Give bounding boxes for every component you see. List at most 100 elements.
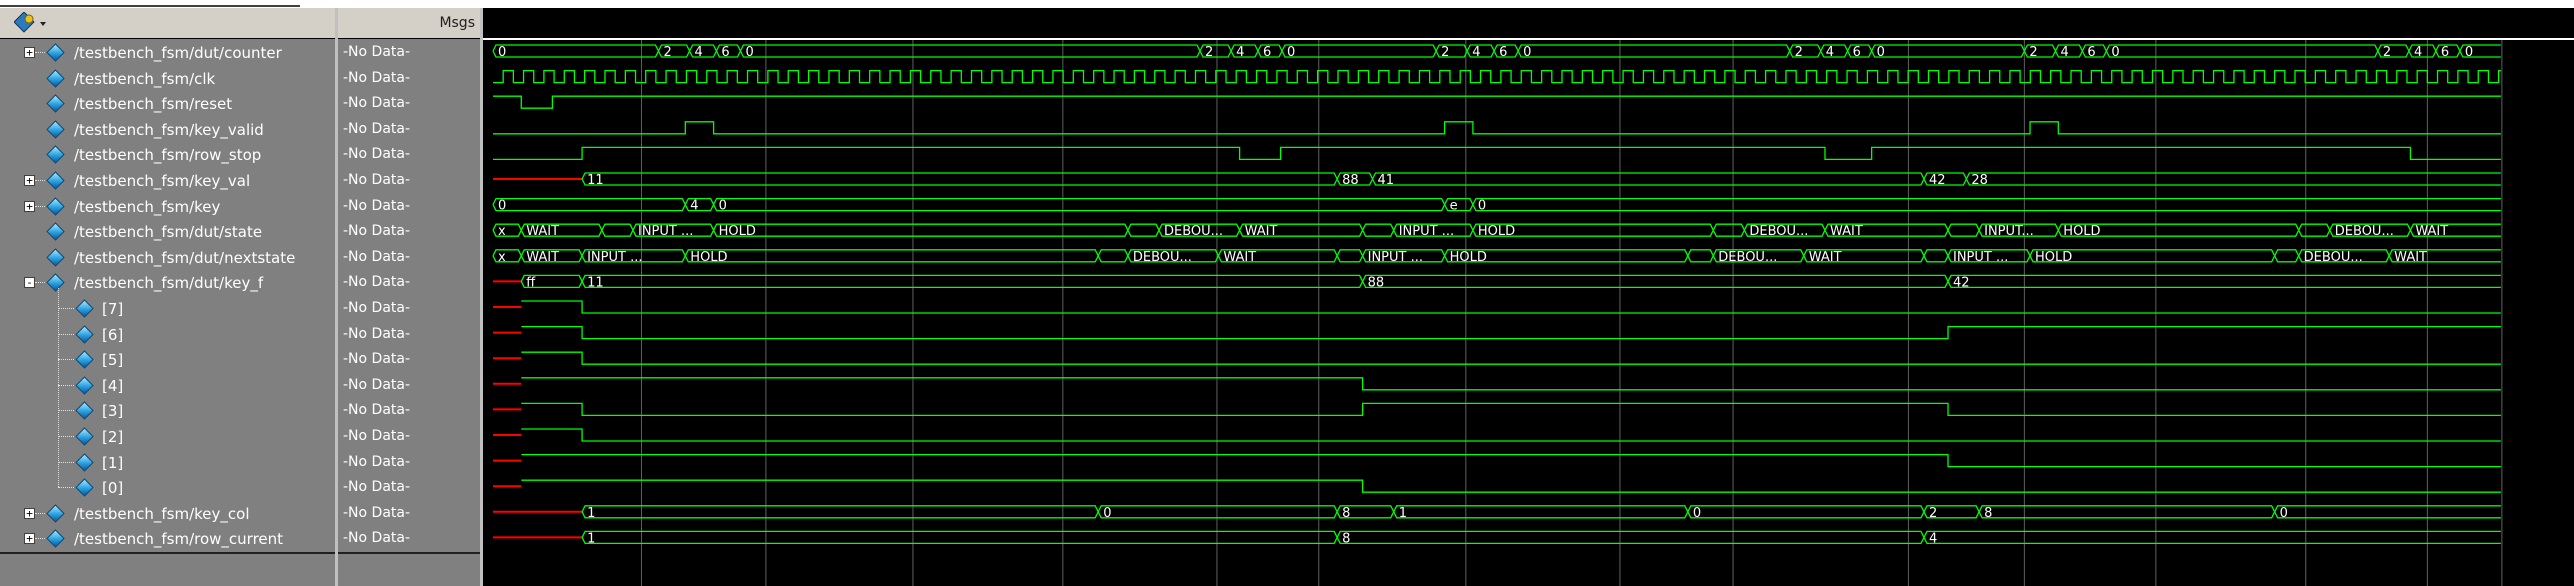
- bus-value-label: WAIT: [1245, 224, 1278, 239]
- waveform-pane[interactable]: 0 2 4 6 0 2 4 6 0 2 4 6 0 2 4 6 0 2 4 6 0 2 4 6 0 11 88 41 42 28 0 4 0 e 0…: [480, 8, 2574, 586]
- bus-value-label: 2: [1929, 506, 1937, 521]
- expand-icon[interactable]: +: [24, 507, 35, 519]
- signal-value: -No Data-: [343, 376, 411, 393]
- bus-value-label: 88: [1342, 173, 1359, 188]
- bus-segment: [1127, 223, 1160, 237]
- expand-icon[interactable]: +: [24, 175, 35, 186]
- signal-row[interactable]: + /testbench_fsm/key_val: [0, 168, 335, 193]
- bus-segment: [1947, 223, 1980, 237]
- value-row: -No Data-: [338, 168, 483, 193]
- bus-value-label: 2: [2383, 45, 2391, 60]
- signal-name: [4]: [102, 376, 124, 395]
- bus-value-label: DEBOU...: [1133, 250, 1192, 265]
- waveform-window: + /testbench_fsm/dut/counter/testbench_fs…: [0, 0, 2574, 586]
- bus-value-label: 4: [695, 45, 703, 60]
- bus-value-label: 4: [2414, 45, 2422, 60]
- signal-row[interactable]: [7]: [0, 296, 335, 321]
- signal-name: /testbench_fsm/row_stop: [74, 146, 262, 165]
- bus-value-label: 8: [1984, 506, 1992, 521]
- tree-connector: [35, 538, 45, 540]
- bus-value-label: 11: [587, 173, 604, 188]
- tree-connector: [58, 487, 74, 489]
- value-row: -No Data-: [338, 398, 483, 423]
- expand-icon[interactable]: +: [24, 533, 35, 545]
- signal-row[interactable]: [3]: [0, 398, 335, 423]
- signal-row[interactable]: [5]: [0, 347, 335, 372]
- bus-segment: [1097, 249, 1129, 263]
- value-row: -No Data-: [338, 347, 483, 372]
- bus-segment: [713, 197, 1446, 212]
- signal-row[interactable]: /testbench_fsm/dut/state: [0, 219, 335, 244]
- signal-diamond-icon: [75, 350, 94, 369]
- signal-value: -No Data-: [343, 95, 411, 112]
- bus-value-label: WAIT: [1830, 224, 1863, 239]
- bus-value-label: 6: [1263, 45, 1271, 60]
- bus-segment: [1336, 530, 1925, 545]
- signal-row[interactable]: - /testbench_fsm/dut/key_f: [0, 270, 335, 295]
- tree-connector: [58, 436, 74, 437]
- bus-value-label: 4: [690, 199, 698, 214]
- clock-waveform: [493, 69, 2501, 84]
- signal-row[interactable]: /testbench_fsm/dut/nextstate: [0, 245, 335, 270]
- signal-name: [2]: [102, 428, 124, 446]
- bus-segment: [1947, 274, 2501, 289]
- signal-row[interactable]: /testbench_fsm/key_valid: [0, 117, 335, 142]
- bus-segment: [1371, 172, 1925, 186]
- signal-diamond-icon: [75, 401, 94, 421]
- bus-value-label: 0: [1877, 45, 1885, 60]
- bus-segment: [581, 274, 1364, 289]
- signal-row[interactable]: [2]: [0, 424, 335, 449]
- tab-underline: [0, 5, 300, 7]
- bus-value-label: DEBOU...: [1749, 224, 1808, 239]
- signal-name: /testbench_fsm/dut/nextstate: [74, 248, 296, 267]
- bus-value-label: 4: [1236, 45, 1244, 60]
- bus-segment: [2274, 249, 2300, 263]
- bus-value-label: 4: [2060, 45, 2068, 60]
- value-row: -No Data-: [338, 194, 483, 219]
- signal-row[interactable]: /testbench_fsm/clk: [0, 66, 335, 91]
- signal-value: -No Data-: [343, 300, 411, 316]
- expand-icon[interactable]: +: [24, 200, 35, 212]
- waveform-canvas[interactable]: 0 2 4 6 0 2 4 6 0 2 4 6 0 2 4 6 0 2 4 6 0 2 4 6 011 88 41 42 280 4 0 e 0…: [483, 40, 2574, 586]
- signal-row[interactable]: [0]: [0, 475, 335, 500]
- signal-row[interactable]: /testbench_fsm/reset: [0, 91, 335, 116]
- signal-value: -No Data-: [343, 172, 411, 188]
- bus-value-label: 0: [498, 199, 506, 214]
- tree-connector: [58, 410, 74, 412]
- signal-value: -No Data-: [343, 453, 411, 470]
- signal-row[interactable]: [4]: [0, 373, 335, 398]
- signal-row[interactable]: + /testbench_fsm/row_current: [0, 526, 335, 551]
- signal-row[interactable]: + /testbench_fsm/dut/counter: [0, 40, 335, 65]
- signal-row[interactable]: [6]: [0, 322, 335, 347]
- tree-connector: [35, 282, 45, 284]
- bus-segment: [1281, 44, 1437, 58]
- signal-names-header: [0, 8, 335, 39]
- bus-value-label: 6: [2441, 45, 2449, 60]
- signal-value: -No Data-: [343, 248, 411, 265]
- bus-value-label: 0: [1103, 506, 1111, 521]
- bus-segment: [1978, 505, 2276, 519]
- bus-segment: [581, 530, 1338, 545]
- signal-value: -No Data-: [343, 44, 411, 60]
- signal-diamond-icon: [75, 324, 94, 344]
- bit-waveform: [521, 377, 2501, 391]
- signal-row[interactable]: + /testbench_fsm/key_col: [0, 501, 335, 526]
- bus-value-label: HOLD: [2063, 224, 2100, 239]
- bus-value-label: 8: [1342, 531, 1350, 546]
- signal-name: /testbench_fsm/key: [74, 197, 221, 216]
- signal-row[interactable]: + /testbench_fsm/key: [0, 194, 335, 219]
- wave-tool-button[interactable]: [13, 11, 54, 34]
- signal-diamond-icon: [46, 94, 65, 113]
- bus-value-label: WAIT: [2394, 250, 2427, 265]
- signal-value: -No Data-: [343, 428, 411, 444]
- signal-name: [1]: [102, 453, 124, 472]
- signal-row[interactable]: /testbench_fsm/row_stop: [0, 142, 335, 167]
- bus-value-label: 6: [1853, 45, 1861, 60]
- bus-value-label: 2: [1205, 45, 1213, 60]
- bus-value-label: 1: [1399, 506, 1407, 521]
- signal-row[interactable]: [1]: [0, 450, 335, 475]
- tree-connector: [35, 205, 45, 207]
- collapse-icon[interactable]: -: [24, 277, 35, 289]
- expand-icon[interactable]: +: [24, 47, 35, 58]
- bus-value-label: 4: [1929, 531, 1937, 546]
